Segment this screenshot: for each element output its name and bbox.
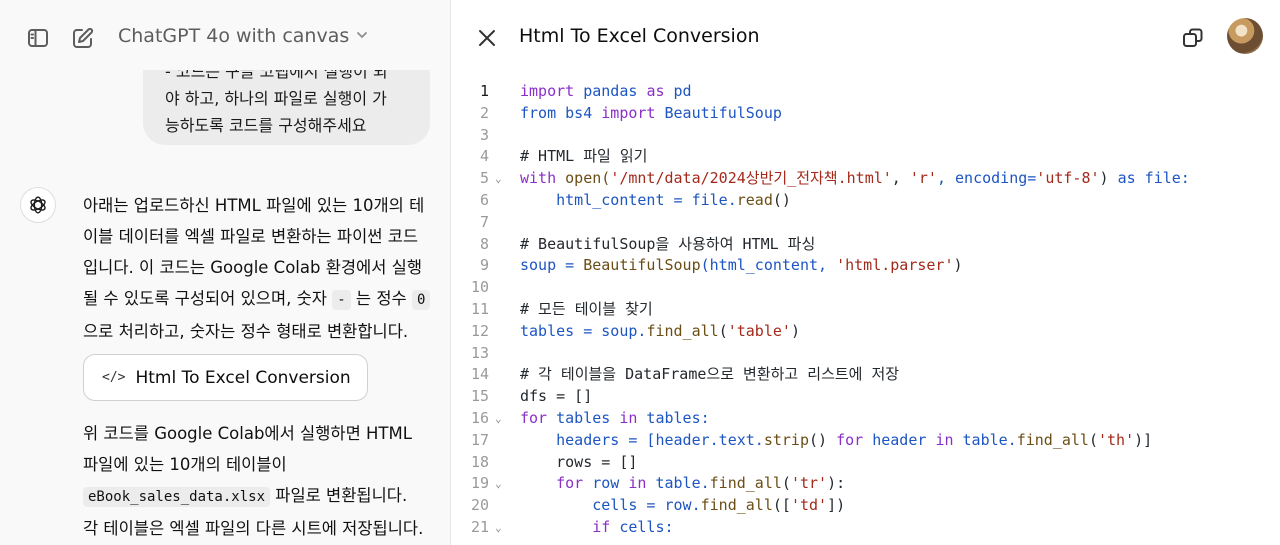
text-line: 입니다. 이 코드는 Google Colab 환경에서 실행 [83,258,423,277]
line-number: 8 [479,234,489,253]
code-line: 1 import pandas as pd [451,81,1280,103]
canvas-title: Html To Excel Conversion [519,25,760,47]
fold-chevron-icon[interactable]: ⌄ [495,168,509,190]
code-line: 3 [451,125,1280,147]
text-line: 이블 데이터를 엑셀 파일로 변환하는 파이썬 코드 [83,227,419,246]
code-line: 2 from bs4 import BeautifulSoup [451,103,1280,125]
assistant-paragraph-2: 위 코드를 Google Colab에서 실행하면 HTML 파일에 있는 10… [83,418,433,544]
text-line: 될 수 있도록 구성되어 있으며, 숫자 - 는 정수 0 [83,283,433,316]
code-line: 7 [451,212,1280,234]
code-line: 10 [451,277,1280,299]
code-line: 5 ⌄ with open('/mnt/data/2024상반기_전자책.html'… [451,168,1280,190]
close-icon[interactable] [473,24,501,52]
chat-header: ChatGPT 4o with canvas [0,0,450,70]
inline-code: 0 [411,290,431,310]
text-fragment: 는 정수 [350,289,412,308]
line-number: 7 [479,212,489,231]
line-number: 5 [479,169,489,188]
canvas-card-label: Html To Excel Conversion [135,367,351,388]
line-number: 13 [470,343,489,362]
text-line: 으로 처리하고, 숫자는 정수 형태로 변환합니다. [83,322,409,341]
line-number: 3 [479,125,489,144]
line-number: 20 [470,496,489,515]
openai-logo-icon [20,187,56,223]
text-line: eBook_sales_data.xlsx 파일로 변환됩니다. [83,480,433,513]
user-message-line: 능하도록 코드를 구성해주세요 [165,116,367,135]
user-message-line: 야 하고, 하나의 파일로 실행이 가 [165,89,387,108]
inline-code: eBook_sales_data.xlsx [83,487,271,507]
line-number: 12 [470,321,489,340]
code-line: 14 # 각 테이블을 DataFrame으로 변환하고 리스트에 저장 [451,364,1280,386]
text-line: 파일에 있는 10개의 테이블이 [83,455,287,474]
text-line: 각 테이블은 엑셀 파일의 다른 시트에 저장됩니다. [83,519,424,538]
code-line: 6 html_content = file.read() [451,190,1280,212]
copy-icon[interactable] [1179,24,1207,52]
line-number: 16 [470,408,489,427]
model-label: ChatGPT 4o with canvas [118,25,350,47]
line-number: 9 [479,256,489,275]
text-line: 위 코드를 Google Colab에서 실행하면 HTML [83,424,412,443]
text-fragment: 될 수 있도록 구성되어 있으며, 숫자 [83,289,333,308]
code-line: 12 tables = soup.find_all('table') [451,321,1280,343]
line-number: 2 [479,103,489,122]
line-number: 6 [479,190,489,209]
code-line: 13 [451,343,1280,365]
fold-chevron-icon[interactable]: ⌄ [495,473,509,495]
code-line: 15 dfs = [] [451,386,1280,408]
new-chat-icon[interactable] [69,24,97,52]
code-line: 9 soup = BeautifulSoup(html_content, 'htm… [451,255,1280,277]
code-line: 4 # HTML 파일 읽기 [451,146,1280,168]
code-line: 20 cells = row.find_all(['td']) [451,495,1280,517]
model-selector[interactable]: ChatGPT 4o with canvas [118,25,369,47]
code-icon: </> [102,370,126,385]
line-number: 15 [470,387,489,406]
line-number: 21 [470,517,489,536]
line-number: 14 [470,365,489,384]
open-canvas-button[interactable]: </> Html To Excel Conversion [83,354,368,401]
line-number: 11 [470,299,489,318]
avatar[interactable] [1227,18,1263,54]
code-line: 8 # BeautifulSoup을 사용하여 HTML 파싱 [451,234,1280,256]
chevron-down-icon [355,25,369,47]
code-line: 16 ⌄ for tables in tables: [451,408,1280,430]
line-number: 18 [470,452,489,471]
code-editor[interactable]: 1 import pandas as pd 2 from bs4 import Be… [451,81,1280,539]
line-number: 19 [470,474,489,493]
code-line: 21 ⌄ if cells: [451,517,1280,539]
code-line: 19 ⌄ for row in table.find_all('tr'): [451,473,1280,495]
line-number: 17 [470,430,489,449]
canvas-panel: Html To Excel Conversion 1 import pandas … [450,0,1280,545]
line-number: 4 [479,147,489,166]
text-line: 아래는 업로드하신 HTML 파일에 있는 10개의 테 [83,196,425,215]
code-line: 11 # 모든 테이블 찾기 [451,299,1280,321]
line-number: 10 [470,278,489,297]
code-line: 18 rows = [] [451,452,1280,474]
sidebar-toggle-icon[interactable] [24,24,52,52]
fold-chevron-icon[interactable]: ⌄ [495,517,509,539]
line-number: 1 [479,82,489,100]
assistant-paragraph-1: 아래는 업로드하신 HTML 파일에 있는 10개의 테 이블 데이터를 엑셀 … [83,190,433,347]
fold-chevron-icon[interactable]: ⌄ [495,408,509,430]
chat-panel: ChatGPT 4o with canvas - 코드는 구글 코랩에서 실행이… [0,0,450,545]
text-fragment: 파일로 변환됩니다. [270,486,408,505]
code-line: 17 headers = [header.text.strip() for he… [451,430,1280,452]
inline-code: - [332,290,351,310]
